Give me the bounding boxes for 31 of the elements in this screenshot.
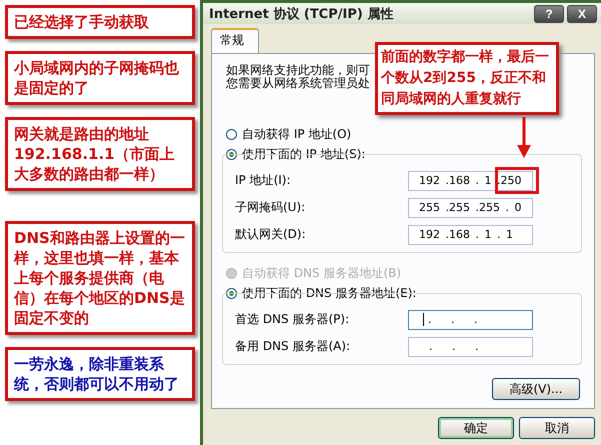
annotation-note: 小局域网内的子网掩码也是固定的了 [5,51,195,105]
callout-note: 前面的数字都一样，最后一个数从2到255，反正不和同局域网的人重复就行 [375,42,559,115]
annotation-note: 网关就是路由的地址192.168.1.1（市面上大多数的路由都一样） [5,117,195,191]
annotation-note: 已经选择了手动获取 [5,5,195,39]
close-button[interactable]: X [567,4,597,22]
dialog-button[interactable]: 取消 [519,417,595,439]
field-label: 首选 DNS 服务器(P): [235,311,350,328]
annotation-note: DNS和路由器上设置的一样，这里也填一样，基本上每个服务提供商（电信）在每个地区的DNS是固定不变的 [5,221,195,335]
highlight-frame [495,167,539,194]
window-title: Internet 协议 (TCP/IP) 属性 [209,6,394,22]
field-label: IP 地址(I): [235,172,292,189]
field-label: 子网掩码(U): [235,199,306,216]
intro-text: 如果网络支持此功能，则可 [226,64,370,77]
radio-button[interactable] [226,128,237,140]
ip-address-field[interactable]: 255 .255 .255 . 0 [408,198,533,218]
field-label: 默认网关(D): [235,226,307,243]
radio-button[interactable] [226,148,237,160]
tab[interactable]: 常规 [211,28,259,53]
ip-address-field[interactable]: . . . [408,336,533,356]
ip-address-field[interactable]: 192 .168 . 1 .250 [408,170,533,190]
radio-button[interactable] [226,288,237,298]
field-label: 备用 DNS 服务器(A): [235,338,352,355]
radio-label[interactable]: 自动获得 IP 地址(O) [242,126,352,142]
help-button[interactable]: ? [534,4,564,22]
dialog-button[interactable]: 确定 [438,417,514,439]
ip-address-field[interactable]: 192 .168 . 1 . 1 [408,224,533,244]
ip-address-field[interactable]: . . . [408,310,533,330]
advanced-button[interactable]: 高级(V)... [492,378,580,400]
callout-arrow [517,117,531,158]
intro-text: 您需要从网络系统管理员处 [226,77,370,90]
annotation-note: 一劳永逸，除非重装系统，否则都可以不用动了 [5,347,195,401]
